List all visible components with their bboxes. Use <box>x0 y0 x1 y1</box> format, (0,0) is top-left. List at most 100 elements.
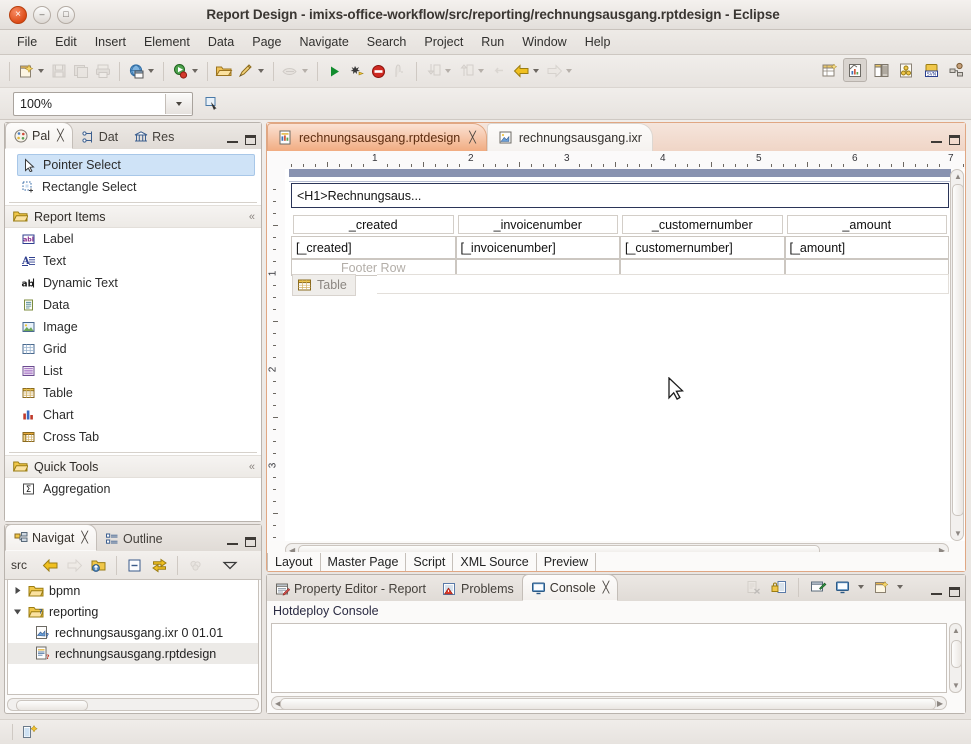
perspective-team-sync-button[interactable] <box>895 59 917 81</box>
palette-item-label[interactable]: abl Label <box>5 228 261 250</box>
minimize-view-icon[interactable] <box>931 138 942 143</box>
open-web-browser-button[interactable] <box>125 60 147 82</box>
table-header-cell[interactable]: _customernumber <box>622 215 783 234</box>
perspective-report-design-button[interactable] <box>843 58 867 82</box>
maximize-view-icon[interactable] <box>245 135 256 145</box>
vertical-ruler[interactable]: 1 2 3 <box>267 169 286 541</box>
palette-item-dynamic-text[interactable]: ab Dynamic Text <box>5 272 261 294</box>
window-minimize-button[interactable]: – <box>33 5 51 24</box>
menu-page[interactable]: Page <box>243 33 290 51</box>
menu-edit[interactable]: Edit <box>46 33 86 51</box>
menu-search[interactable]: Search <box>358 33 416 51</box>
palette-item-grid[interactable]: Grid <box>5 338 261 360</box>
table-header-row[interactable]: _created _invoicenumber _customernumber … <box>291 213 949 236</box>
menu-element[interactable]: Element <box>135 33 199 51</box>
menu-window[interactable]: Window <box>513 33 575 51</box>
tree-item-reporting[interactable]: ? reporting <box>8 601 258 622</box>
new-wizard-button[interactable] <box>15 60 37 82</box>
menu-insert[interactable]: Insert <box>86 33 135 51</box>
new-wizard-dropdown-icon[interactable] <box>38 69 44 73</box>
scrollbar-thumb[interactable] <box>951 640 962 668</box>
editor-vscrollbar[interactable]: ▲ ▼ <box>950 169 964 541</box>
palette-item-chart[interactable]: Chart <box>5 404 261 426</box>
editor-tab-xml-source[interactable]: XML Source <box>453 553 537 571</box>
run-report-button[interactable] <box>345 60 367 82</box>
navigator-tree[interactable]: bpmn ? reporting ? rechnungsausgang.ixr … <box>7 579 259 695</box>
stop-button[interactable] <box>367 60 389 82</box>
tab-console[interactable]: Console ╳ <box>521 574 619 601</box>
maximize-view-icon[interactable] <box>245 537 256 547</box>
tree-item-rechnungsausgang-rptdesign[interactable]: ? rechnungsausgang.rptdesign <box>8 643 258 664</box>
display-selected-console-dropdown-icon[interactable] <box>858 585 864 589</box>
tab-resource-explorer[interactable]: Res <box>126 124 182 149</box>
pin-console-button[interactable] <box>807 576 829 598</box>
table-detail-cell[interactable]: [_created] <box>291 236 456 259</box>
palette-group-report-items[interactable]: Report Items « <box>5 205 261 228</box>
maximize-view-icon[interactable] <box>949 135 960 145</box>
back-button[interactable] <box>510 60 532 82</box>
palette-item-cross-tab[interactable]: Cross Tab <box>5 426 261 448</box>
menu-data[interactable]: Data <box>199 33 243 51</box>
maximize-view-icon[interactable] <box>949 587 960 597</box>
window-maximize-button[interactable]: □ <box>57 5 75 24</box>
navigator-up-button[interactable] <box>87 554 109 576</box>
tab-palette[interactable]: Pal ╳ <box>5 122 73 149</box>
scrollbar-thumb[interactable] <box>16 700 88 711</box>
zoom-input[interactable]: 100% <box>14 97 165 111</box>
zoom-combo[interactable]: 100% <box>13 91 193 116</box>
palette-tool-rectangle-select[interactable]: Rectangle Select <box>5 176 261 198</box>
scroll-lock-button[interactable] <box>768 576 790 598</box>
scroll-right-icon[interactable]: ▶ <box>937 699 943 708</box>
open-web-browser-dropdown-icon[interactable] <box>148 69 154 73</box>
chevron-collapse-icon[interactable]: « <box>249 211 255 223</box>
scroll-up-icon[interactable]: ▲ <box>952 626 960 635</box>
scrollbar-thumb[interactable] <box>280 698 936 710</box>
scroll-down-icon[interactable]: ▼ <box>952 681 960 690</box>
table-header-cell[interactable]: _amount <box>786 215 947 234</box>
perspective-bpmn-button[interactable] <box>945 59 967 81</box>
palette-group-quick-tools[interactable]: Quick Tools « <box>5 455 261 478</box>
back-dropdown-icon[interactable] <box>533 69 539 73</box>
navigator-hscrollbar[interactable] <box>7 698 259 711</box>
minimize-view-icon[interactable] <box>931 590 942 595</box>
tab-problems[interactable]: Problems <box>434 576 522 601</box>
report-heading-element[interactable]: <H1>Rechnungsaus... <box>291 183 949 208</box>
scroll-up-icon[interactable]: ▲ <box>954 172 962 181</box>
perspective-java-ee-button[interactable] <box>870 59 892 81</box>
scrollbar-thumb[interactable] <box>952 184 964 516</box>
collapse-arrow-icon[interactable] <box>12 608 23 616</box>
editor-tab-script[interactable]: Script <box>406 553 454 571</box>
palette-item-table[interactable]: Table <box>5 382 261 404</box>
editor-tab-ixr[interactable]: rechnungsausgang.ixr <box>486 123 653 151</box>
report-canvas[interactable]: <H1>Rechnungsaus... _created _invoicenum… <box>285 169 965 541</box>
tab-outline[interactable]: Outline <box>97 526 171 551</box>
editor-tab-layout[interactable]: Layout <box>267 553 321 571</box>
table-detail-row[interactable]: [_created] [_invoicenumber] [_customernu… <box>291 236 949 259</box>
menu-run[interactable]: Run <box>472 33 513 51</box>
editor-tab-master-page[interactable]: Master Page <box>321 553 407 571</box>
open-type-button[interactable] <box>213 60 235 82</box>
table-detail-cell[interactable]: [_invoicenumber] <box>455 236 620 259</box>
menu-file[interactable]: File <box>8 33 46 51</box>
perspective-svn-repository-button[interactable]: SVN <box>920 59 942 81</box>
open-console-button[interactable] <box>871 576 893 598</box>
open-console-dropdown-icon[interactable] <box>897 585 903 589</box>
close-icon[interactable]: ╳ <box>57 129 64 142</box>
close-icon[interactable]: ╳ <box>81 531 88 544</box>
debug-dropdown-icon[interactable] <box>192 69 198 73</box>
navigator-link-with-editor-button[interactable] <box>148 554 170 576</box>
navigator-collapse-all-button[interactable] <box>124 554 146 576</box>
table-handle[interactable]: Table <box>292 274 356 296</box>
tab-navigator[interactable]: Navigat ╳ <box>5 524 98 551</box>
expand-arrow-icon[interactable] <box>12 586 23 595</box>
console-vscrollbar[interactable]: ▲ ▼ <box>949 623 962 693</box>
palette-item-aggregation[interactable]: Σ Aggregation <box>5 478 261 500</box>
palette-tool-pointer-select[interactable]: Pointer Select <box>17 154 255 176</box>
scroll-down-icon[interactable]: ▼ <box>954 529 962 538</box>
menu-help[interactable]: Help <box>576 33 620 51</box>
window-close-button[interactable]: × <box>9 5 27 24</box>
chevron-collapse-icon[interactable]: « <box>249 461 255 473</box>
minimize-view-icon[interactable] <box>227 138 238 143</box>
table-header-cell[interactable]: _created <box>293 215 454 234</box>
external-tools-dropdown-icon[interactable] <box>258 69 264 73</box>
